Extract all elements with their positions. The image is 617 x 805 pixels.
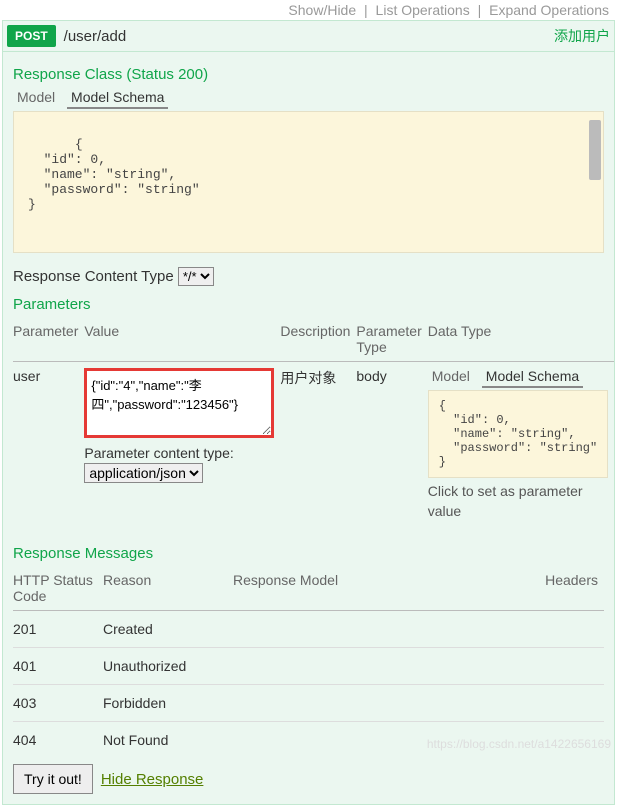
expand-operations-link[interactable]: Expand Operations — [489, 2, 609, 18]
reason-cell: Not Found — [103, 722, 233, 759]
tab-model-schema-small[interactable]: Model Schema — [482, 366, 583, 388]
th-parameter: Parameter — [13, 319, 84, 362]
scrollbar-vertical[interactable] — [589, 120, 601, 180]
th-http-status: HTTP Status Code — [13, 568, 103, 611]
reason-cell: Created — [103, 611, 233, 648]
th-reason: Reason — [103, 568, 233, 611]
operation-header[interactable]: POST /user/add 添加用户 — [3, 21, 614, 52]
show-hide-link[interactable]: Show/Hide — [288, 2, 356, 18]
response-messages-title: Response Messages — [13, 545, 604, 562]
response-content-type-label: Response Content Type — [13, 268, 174, 285]
response-content-type-row: Response Content Type */* — [13, 267, 604, 286]
status-code-cell: 201 — [13, 611, 103, 648]
tab-model-schema[interactable]: Model Schema — [67, 87, 168, 109]
table-row: 401 Unauthorized — [13, 648, 604, 685]
response-messages-table: HTTP Status Code Reason Response Model H… — [13, 568, 604, 758]
param-description-cell: 用户对象 — [280, 362, 356, 528]
param-value-textarea[interactable] — [84, 368, 274, 438]
datatype-schema-box[interactable]: { "id": 0, "name": "string", "password":… — [428, 390, 608, 478]
reason-cell: Unauthorized — [103, 648, 233, 685]
status-code-cell: 404 — [13, 722, 103, 759]
param-type-cell: body — [356, 362, 427, 528]
status-code-cell: 401 — [13, 648, 103, 685]
schema-click-hint: Click to set as parameter value — [428, 482, 608, 521]
endpoint-path: /user/add — [64, 28, 554, 45]
response-schema-text: { "id": 0, "name": "string", "password":… — [28, 137, 200, 212]
list-operations-link[interactable]: List Operations — [376, 2, 470, 18]
parameters-table: Parameter Value Description Parameter Ty… — [13, 319, 614, 527]
table-row: 404 Not Found — [13, 722, 604, 759]
table-row: user Parameter content type: application… — [13, 362, 614, 528]
try-it-out-button[interactable]: Try it out! — [13, 764, 93, 794]
tab-model-small[interactable]: Model — [428, 366, 474, 388]
response-schema-box[interactable]: { "id": 0, "name": "string", "password":… — [13, 111, 604, 253]
param-name-cell: user — [13, 362, 84, 528]
th-headers: Headers — [524, 568, 604, 611]
param-content-type-label: Parameter content type: — [84, 445, 274, 461]
param-content-type-select[interactable]: application/json — [84, 463, 203, 483]
reason-cell: Forbidden — [103, 685, 233, 722]
parameters-title: Parameters — [13, 296, 604, 313]
th-value: Value — [84, 319, 280, 362]
status-code-cell: 403 — [13, 685, 103, 722]
table-row: 201 Created — [13, 611, 604, 648]
response-content-type-select[interactable]: */* — [178, 267, 214, 286]
model-tabs: Model Model Schema — [13, 89, 604, 105]
operation-panel: POST /user/add 添加用户 Response Class (Stat… — [2, 20, 615, 805]
datatype-model-tabs: Model Model Schema — [428, 368, 608, 384]
hide-response-link[interactable]: Hide Response — [101, 771, 204, 788]
th-parameter-type: Parameter Type — [356, 319, 427, 362]
th-data-type: Data Type — [428, 319, 614, 362]
th-description: Description — [280, 319, 356, 362]
action-row: Try it out! Hide Response — [13, 764, 604, 794]
top-toolbar: Show/Hide | List Operations | Expand Ope… — [0, 0, 617, 20]
table-row: 403 Forbidden — [13, 685, 604, 722]
operation-summary: 添加用户 — [554, 26, 610, 46]
th-response-model: Response Model — [233, 568, 524, 611]
http-method-badge: POST — [7, 25, 56, 47]
response-class-title: Response Class (Status 200) — [13, 66, 604, 83]
tab-model[interactable]: Model — [13, 87, 59, 109]
